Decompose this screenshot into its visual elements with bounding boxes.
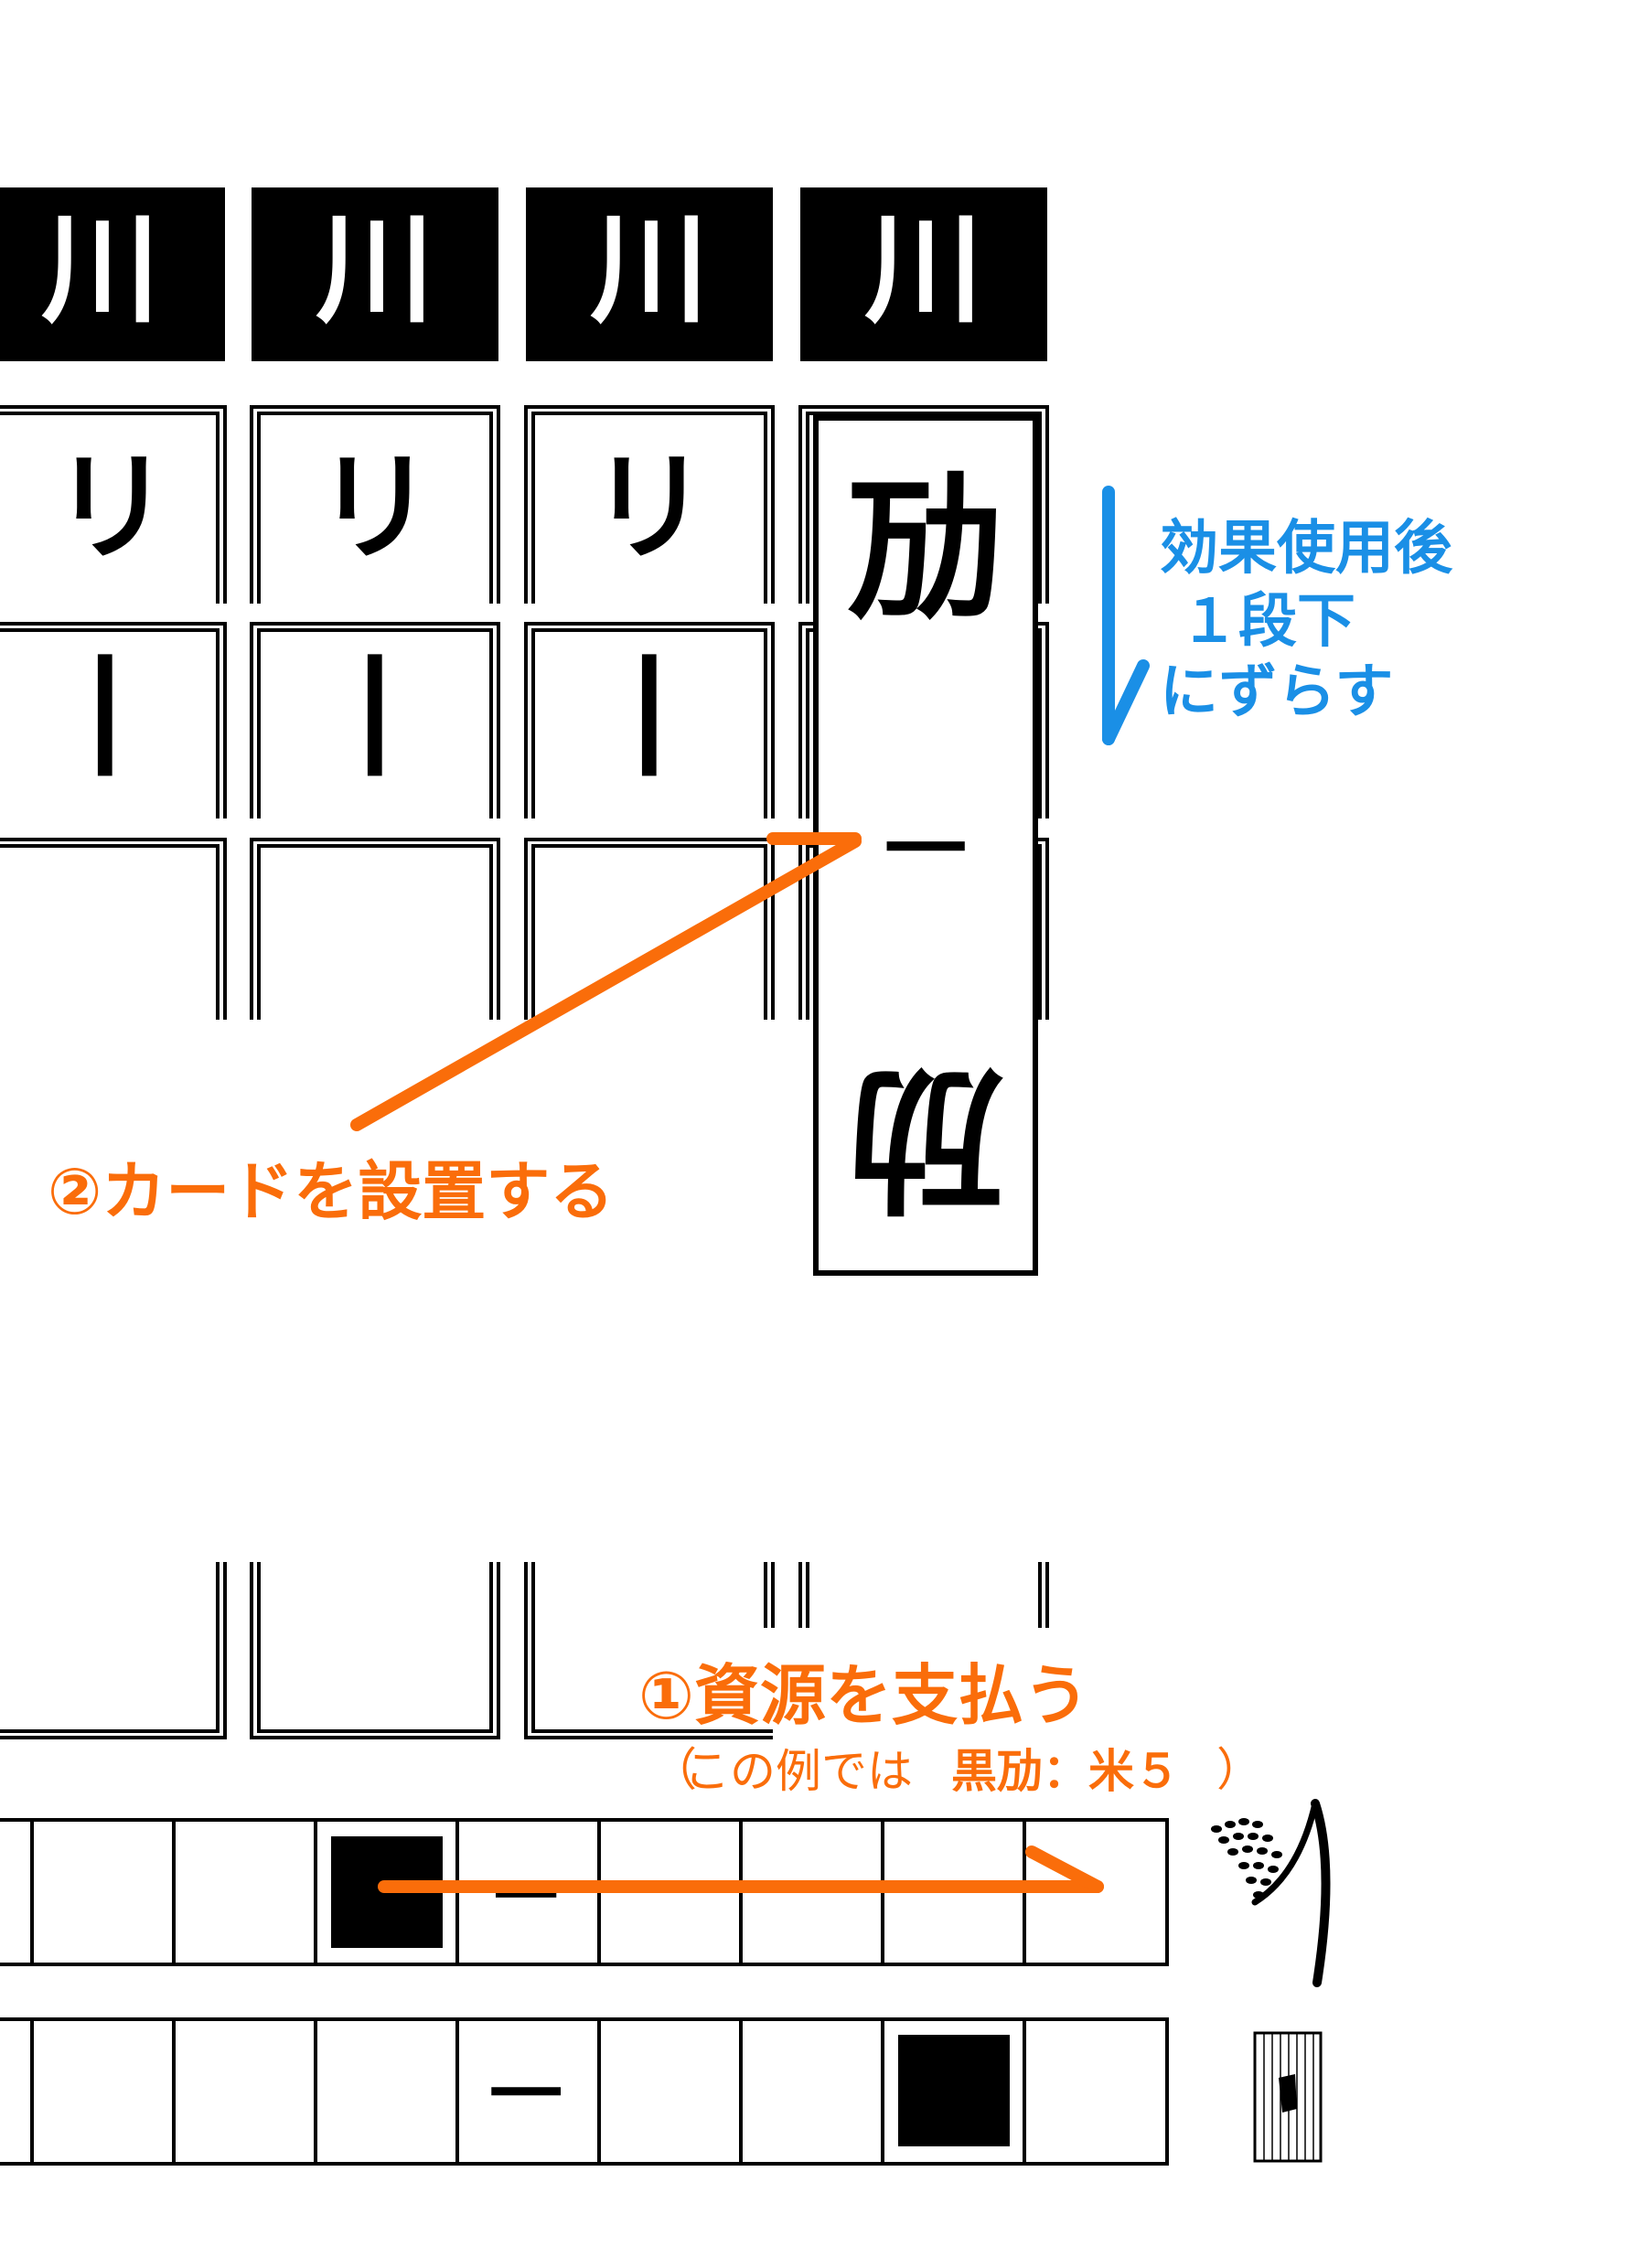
- third-row-glyphs: 丨 丨 丨: [41, 646, 713, 795]
- effect-label-line1: 効果使用後: [1160, 515, 1452, 583]
- rice-track-marker: 一: [494, 1858, 558, 1934]
- rice-stalk-icon: [1211, 1799, 1331, 1987]
- second-row-glyph: リ: [316, 438, 434, 577]
- example-cost-label: 黒劢：米５: [951, 1745, 1180, 1798]
- resource-track-second: 一: [0, 2017, 1169, 2166]
- top-row-tiles: 川 川 川 川: [0, 187, 1047, 361]
- second-row-glyph: リ: [590, 438, 709, 577]
- example-label: この例では: [684, 1745, 913, 1798]
- second-track-marker: 一: [489, 2051, 562, 2137]
- second-row-glyph: リ: [52, 438, 171, 577]
- second-row-glyphs: リ リ リ: [52, 438, 709, 577]
- top-row-glyph: 川: [316, 200, 434, 339]
- top-row-glyph: 川: [590, 200, 709, 339]
- step2-label: ②カードを設置する: [48, 1154, 615, 1229]
- effect-label-line3: にずらす: [1160, 658, 1394, 726]
- third-row-glyph: 丨: [311, 646, 439, 795]
- shift-down-arrow: [1102, 486, 1150, 745]
- second-track-black-marker: [898, 2035, 1010, 2146]
- third-row-glyph: 丨: [41, 646, 169, 795]
- top-row-glyph: 川: [41, 200, 160, 339]
- step1-label: ①資源を支払う: [629, 1663, 1098, 1728]
- striped-resource-tile-icon: [1253, 2031, 1323, 2163]
- card-bottom-glyph: 劢: [848, 1046, 1003, 1229]
- effect-label-line2: １段下: [1180, 588, 1355, 656]
- board-diagram: 川 川 川 川 リ リ リ 丨 丨 丨 劢 一 劢 一 一: [0, 187, 1331, 2166]
- place-card-arrow: [350, 832, 862, 1131]
- example-paren-close: ）: [1216, 1743, 1262, 1796]
- third-row-glyph: 丨: [585, 646, 713, 795]
- card-middle-glyph: 一: [884, 801, 967, 898]
- top-row-glyph: 川: [864, 200, 983, 339]
- card-top-glyph: 劢: [848, 458, 1003, 641]
